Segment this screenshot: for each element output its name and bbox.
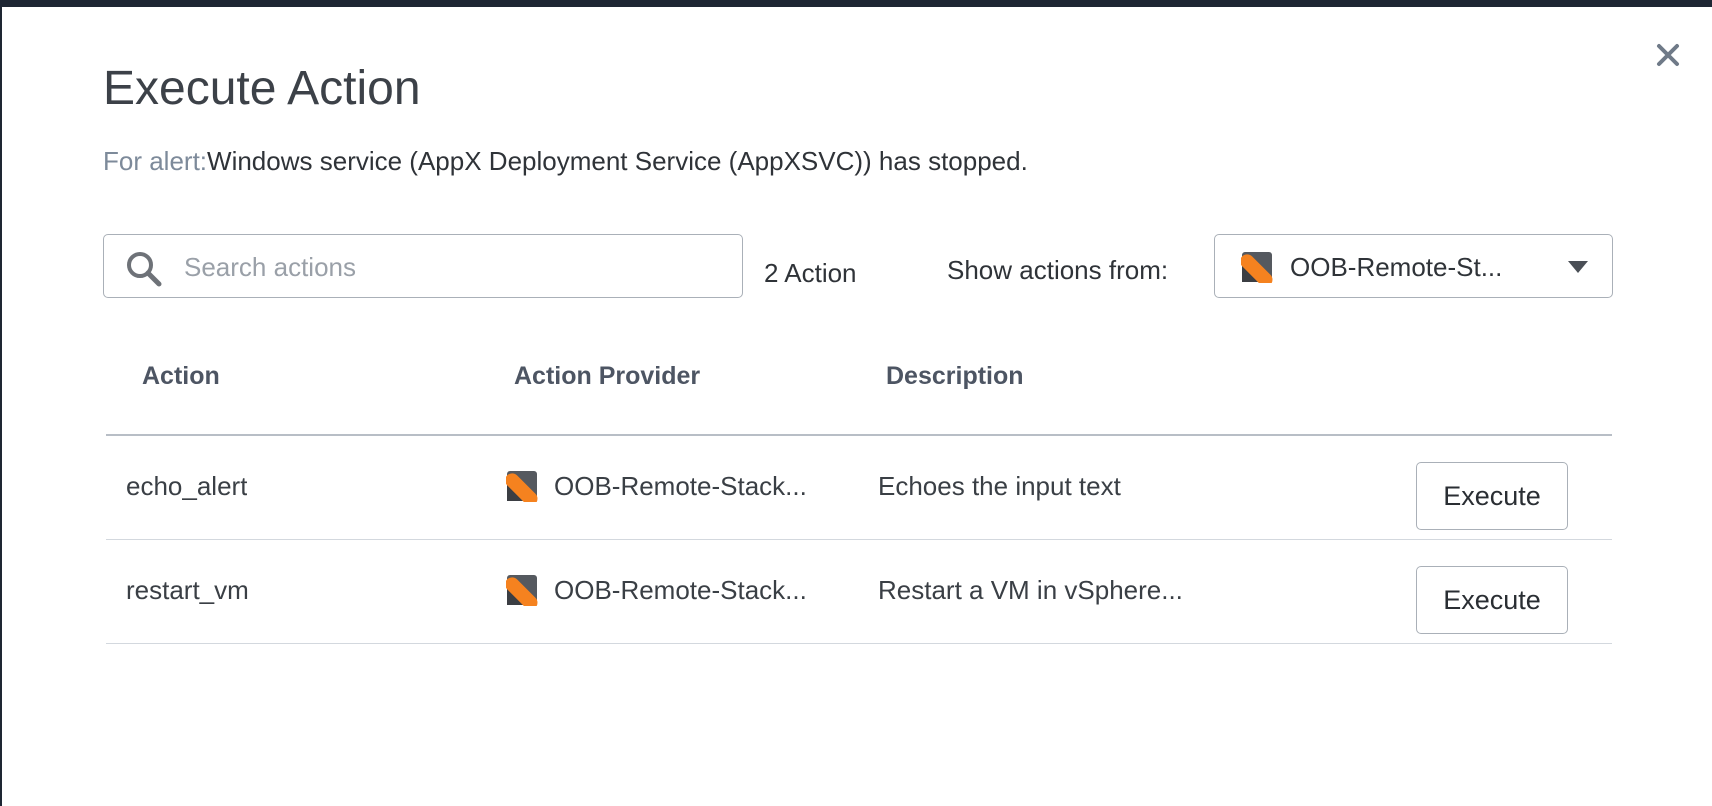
alert-subtitle: For alert:Windows service (AppX Deployme…: [103, 143, 1028, 179]
chevron-down-icon: [1568, 261, 1588, 273]
row-provider-name: OOB-Remote-Stack...: [554, 471, 807, 501]
action-count: 2 Action: [764, 258, 857, 288]
execute-button[interactable]: Execute: [1416, 566, 1568, 634]
execute-action-modal: Execute Action For alert:Windows service…: [2, 7, 1712, 806]
row-description: Restart a VM in vSphere...: [878, 575, 1183, 605]
provider-logo-icon: [506, 471, 538, 502]
provider-select-value: OOB-Remote-St...: [1290, 252, 1503, 282]
execute-button[interactable]: Execute: [1416, 462, 1568, 530]
row-provider: OOB-Remote-Stack...: [506, 572, 807, 608]
search-icon: [127, 252, 162, 287]
table-row: echo_alert OOB-Remote-Stack... Echoes th…: [106, 436, 1612, 540]
close-icon: [1657, 44, 1679, 66]
close-button[interactable]: [1653, 40, 1683, 70]
modal-title: Execute Action: [103, 62, 421, 115]
column-header-description: Description: [886, 362, 1024, 390]
row-action-name: restart_vm: [126, 575, 249, 605]
show-actions-from-label: Show actions from:: [947, 255, 1169, 285]
provider-select[interactable]: OOB-Remote-St...: [1214, 234, 1613, 298]
table-row: restart_vm OOB-Remote-Stack... Restart a…: [106, 540, 1612, 644]
row-description: Echoes the input text: [878, 471, 1121, 501]
alert-text: Windows service (AppX Deployment Service…: [207, 146, 1028, 176]
provider-logo-icon: [1241, 252, 1273, 283]
search-box: [103, 234, 743, 298]
table-header: Action Action Provider Description: [106, 332, 1612, 436]
row-action-name: echo_alert: [126, 471, 248, 501]
row-provider: OOB-Remote-Stack...: [506, 468, 807, 504]
alert-label: For alert:: [103, 146, 208, 176]
provider-logo-icon: [506, 575, 538, 606]
column-header-action: Action: [142, 362, 220, 390]
column-header-action-provider: Action Provider: [514, 362, 701, 390]
row-provider-name: OOB-Remote-Stack...: [554, 575, 807, 605]
search-input[interactable]: [182, 245, 726, 289]
